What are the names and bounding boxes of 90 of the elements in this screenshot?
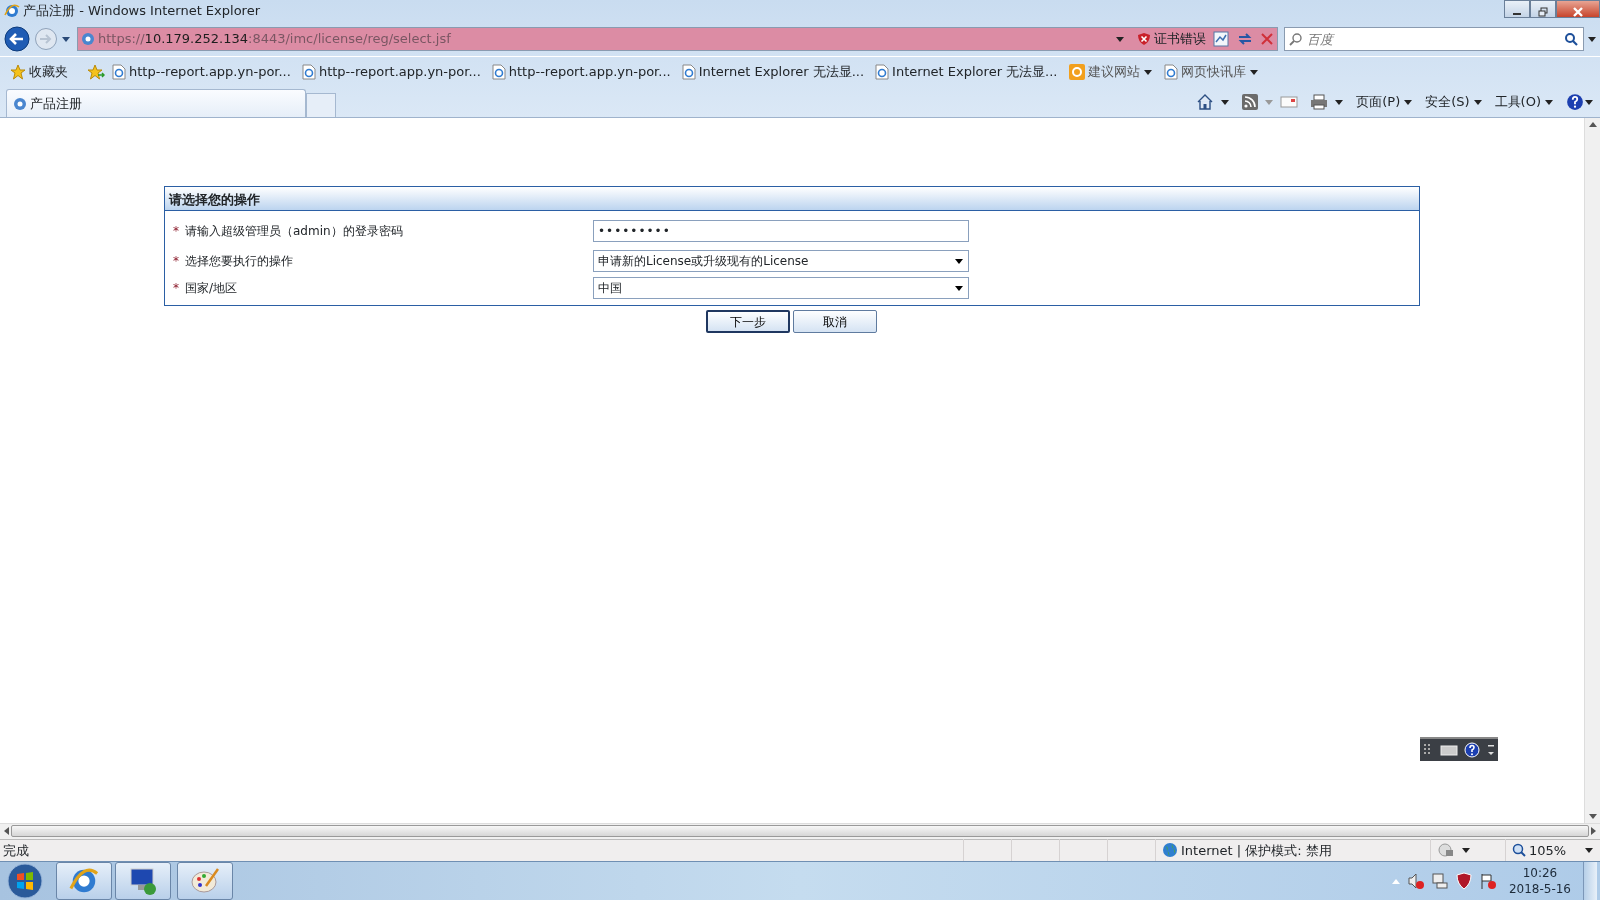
caret-icon[interactable] (1587, 35, 1597, 43)
required-mark: * (173, 279, 179, 297)
page-icon (301, 63, 316, 80)
zoom-level[interactable]: 105% (1529, 840, 1567, 861)
caret-icon[interactable] (61, 35, 71, 43)
panel-title: 请选择您的操作 (165, 187, 1419, 211)
caret-icon[interactable] (1584, 97, 1594, 106)
close-icon (1572, 6, 1584, 17)
restore-icon (1538, 6, 1548, 17)
field-label: 选择您要执行的操作 (185, 252, 293, 270)
favorite-link[interactable]: 建议网站 (1087, 61, 1140, 82)
command-menu[interactable]: 页面(P) (1356, 91, 1401, 112)
field-label: 请输入超级管理员（admin）的登录密码 (185, 222, 403, 240)
taskbar-button[interactable] (56, 861, 112, 900)
page-icon (1163, 63, 1178, 80)
add-favorite-icon[interactable] (87, 63, 105, 80)
taskbar-button[interactable] (115, 861, 171, 900)
favorite-link[interactable]: http--report.app.yn-por... (318, 61, 481, 82)
page-icon (112, 63, 126, 80)
dropdown[interactable]: 申请新的License或升级现有的License (593, 249, 969, 272)
caret-icon[interactable] (1248, 67, 1259, 76)
clock-time[interactable]: 10:26 (1508, 864, 1571, 881)
favorite-link[interactable]: http--report.app.yn-por... (129, 61, 291, 82)
suggested-sites-icon (1068, 63, 1085, 80)
search-icon (1289, 32, 1303, 46)
feed-icon[interactable] (1242, 93, 1259, 110)
caret-icon[interactable] (954, 283, 964, 292)
input-toolbar[interactable] (1420, 737, 1498, 761)
scroll-up-icon[interactable] (1588, 121, 1597, 127)
field-label: 国家/地区 (185, 279, 238, 297)
minimize-button[interactable] (1504, 0, 1530, 18)
caret-icon[interactable] (1334, 97, 1345, 106)
dropdown[interactable]: 中国 (593, 276, 969, 299)
caret-icon[interactable] (954, 256, 964, 265)
caret-icon[interactable] (1403, 97, 1414, 106)
page-icon (681, 63, 696, 80)
help-icon[interactable] (1464, 742, 1481, 758)
speaker-muted-icon[interactable] (1406, 871, 1425, 890)
close-button[interactable] (1556, 0, 1600, 18)
remote-desktop-icon (128, 865, 158, 896)
page-icon (875, 63, 890, 80)
search-field[interactable]: 百度 (1284, 27, 1584, 51)
caret-icon[interactable] (1472, 97, 1483, 106)
vertical-scrollbar[interactable] (1584, 118, 1600, 824)
command-menu[interactable]: 工具(O) (1494, 91, 1541, 112)
taskbar-button[interactable] (177, 861, 233, 900)
shield-icon[interactable] (1454, 871, 1473, 890)
caret-icon[interactable] (1461, 846, 1471, 855)
flag-error-icon[interactable] (1478, 871, 1497, 890)
favorite-link[interactable]: 网页快讯库 (1180, 61, 1246, 82)
network-icon[interactable] (1430, 871, 1449, 890)
required-mark: * (173, 222, 179, 240)
caret-icon[interactable] (1220, 97, 1231, 106)
clock-date[interactable]: 2018-5-16 (1508, 880, 1571, 897)
security-zone[interactable]: Internet | 保护模式: 禁用 (1181, 840, 1332, 861)
favorite-link[interactable]: Internet Explorer 无法显... (892, 61, 1058, 82)
window-title: 产品注册 - Windows Internet Explorer (23, 2, 260, 21)
page-icon (13, 96, 27, 111)
cancel-button[interactable]: 取消 (793, 310, 877, 333)
browser-logo-icon (4, 3, 20, 19)
command-menu[interactable]: 安全(S) (1425, 91, 1470, 112)
globe-icon (1162, 842, 1178, 859)
menu-icon[interactable] (1486, 743, 1495, 757)
browser-tab[interactable]: 产品注册 (6, 89, 306, 117)
mail-icon[interactable] (1280, 94, 1299, 109)
home-icon[interactable] (1196, 92, 1215, 111)
next-button[interactable]: 下一步 (706, 310, 790, 333)
zoom-icon[interactable] (1512, 843, 1526, 858)
scroll-down-icon[interactable] (1588, 814, 1597, 821)
caret-icon[interactable] (1584, 846, 1594, 855)
help-icon[interactable] (1566, 92, 1584, 111)
print-icon[interactable] (1310, 93, 1329, 110)
show-desktop-button[interactable] (1583, 861, 1597, 900)
favorite-link[interactable]: http--report.app.yn-por... (508, 61, 671, 82)
caret-icon[interactable] (1544, 97, 1554, 106)
back-icon[interactable] (3, 25, 31, 53)
page-icon (491, 63, 506, 80)
horizontal-scrollbar[interactable] (0, 823, 1600, 839)
status-text: 完成 (2, 841, 29, 860)
scroll-left-icon[interactable] (3, 827, 9, 836)
star-icon (10, 63, 26, 80)
restore-button[interactable] (1530, 0, 1556, 18)
keyboard-icon[interactable] (1439, 744, 1458, 756)
caret-icon[interactable] (1142, 67, 1153, 76)
scroll-right-icon[interactable] (1591, 827, 1597, 836)
password-field[interactable]: ••••••••• (593, 219, 969, 242)
required-mark: * (173, 252, 179, 270)
favorites-button[interactable]: 收藏夹 (6, 61, 72, 82)
favorite-link[interactable]: Internet Explorer 无法显... (698, 61, 865, 82)
search-icon[interactable] (1564, 32, 1578, 46)
